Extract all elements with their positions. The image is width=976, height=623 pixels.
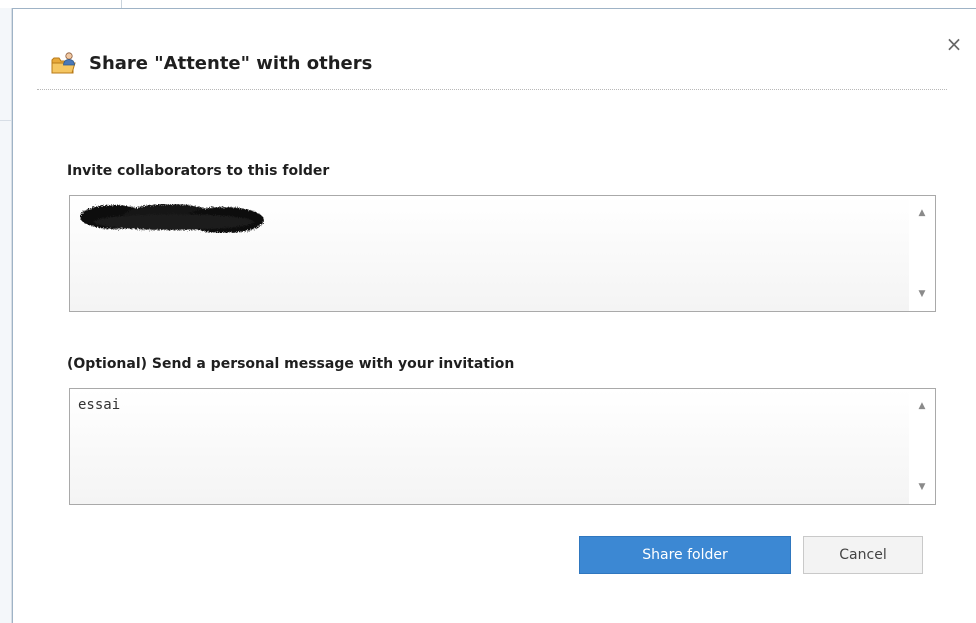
cancel-button[interactable]: Cancel <box>803 536 923 574</box>
dialog-header: Share "Attente" with others <box>51 49 372 77</box>
background-divider <box>121 0 122 8</box>
scroll-up-arrow-icon[interactable]: ▲ <box>909 397 935 415</box>
background-sidebar <box>0 8 12 623</box>
close-button[interactable]: × <box>943 33 965 55</box>
background-top-strip <box>0 0 976 8</box>
close-icon[interactable]: × <box>946 32 963 56</box>
invite-input-text[interactable] <box>78 204 905 305</box>
scroll-down-arrow-icon[interactable]: ▼ <box>909 285 935 303</box>
dialog-title: Share "Attente" with others <box>89 52 373 74</box>
share-dialog: × Share "Attente" with others Invite col… <box>12 8 976 623</box>
invite-collaborators-field[interactable]: ▲ ▼ <box>69 195 936 312</box>
invite-scrollbar[interactable]: ▲ ▼ <box>909 196 935 311</box>
share-folder-icon <box>51 52 76 74</box>
background-sidebar-rule <box>0 120 12 121</box>
personal-message-field[interactable]: essai ▲ ▼ <box>69 388 936 505</box>
scroll-down-arrow-icon[interactable]: ▼ <box>909 478 935 496</box>
invite-label: Invite collaborators to this folder <box>67 163 330 179</box>
title-divider <box>37 89 947 90</box>
scroll-up-arrow-icon[interactable]: ▲ <box>909 204 935 222</box>
message-label: (Optional) Send a personal message with … <box>67 356 515 372</box>
share-folder-button[interactable]: Share folder <box>579 536 791 574</box>
message-scrollbar[interactable]: ▲ ▼ <box>909 389 935 504</box>
message-input-text[interactable]: essai <box>78 397 905 498</box>
